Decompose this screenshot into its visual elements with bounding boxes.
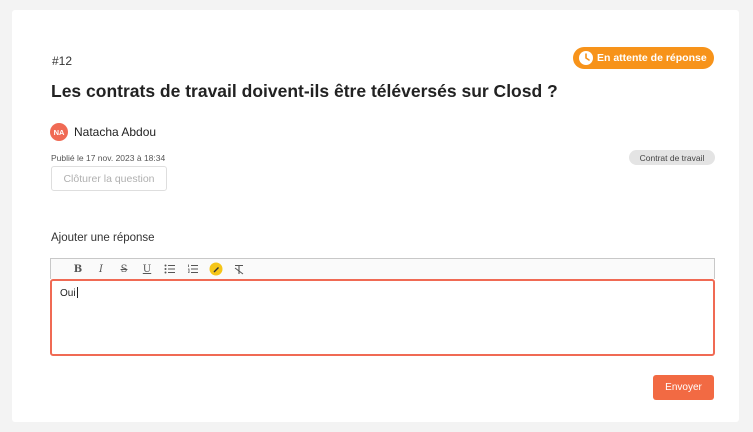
published-date: Publié le 17 nov. 2023 à 18:34 [51, 153, 166, 163]
question-number: #12 [52, 54, 73, 68]
status-label: En attente de réponse [597, 52, 707, 64]
author: NA Natacha Abdou [50, 123, 156, 141]
reply-textarea[interactable]: Oui [50, 279, 715, 356]
status-badge: En attente de réponse [573, 47, 714, 69]
bold-icon[interactable]: B [69, 261, 87, 278]
question-title: Les contrats de travail doivent-ils être… [51, 81, 558, 101]
text-caret [76, 287, 78, 298]
numbered-list-icon[interactable] [184, 261, 202, 278]
reply-label: Ajouter une réponse [51, 232, 155, 244]
italic-icon[interactable]: I [92, 261, 110, 278]
strikethrough-icon[interactable]: S [115, 261, 133, 278]
clear-format-icon[interactable] [230, 261, 248, 278]
avatar: NA [50, 123, 68, 141]
close-question-button[interactable]: Clôturer la question [51, 166, 167, 191]
question-card: #12 En attente de réponse Les contrats d… [12, 10, 739, 422]
bullet-list-icon[interactable] [161, 261, 179, 278]
send-button[interactable]: Envoyer [653, 375, 714, 400]
category-tag: Contrat de travail [629, 150, 715, 165]
editor-toolbar: B I S U [50, 258, 715, 279]
reply-editor: B I S U Oui [50, 258, 715, 356]
author-name: Natacha Abdou [74, 125, 157, 139]
highlight-icon[interactable] [207, 261, 225, 278]
reply-text: Oui [60, 288, 76, 299]
clock-icon [579, 51, 593, 65]
underline-icon[interactable]: U [138, 261, 156, 278]
